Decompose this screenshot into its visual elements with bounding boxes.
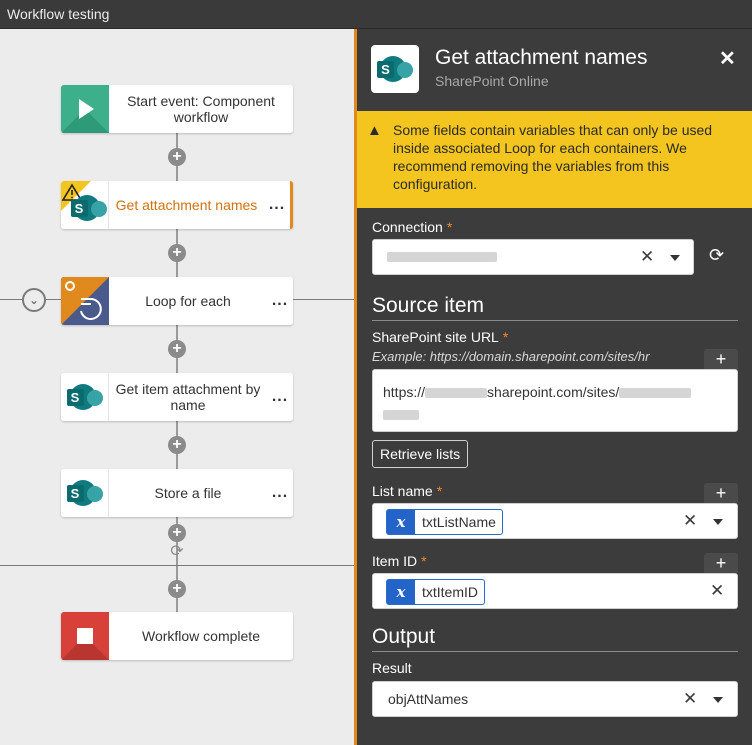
variable-icon: x bbox=[387, 510, 415, 534]
output-heading: Output bbox=[372, 625, 738, 652]
clear-icon[interactable]: ✕ bbox=[683, 689, 697, 709]
connection-label: Connection * bbox=[372, 219, 453, 235]
loop-boundary-line bbox=[0, 299, 22, 300]
workflow-node-start-event[interactable]: Start event: Component workflow bbox=[61, 85, 293, 133]
chevron-down-icon: ⌄ bbox=[28, 293, 40, 307]
loop-boundary-line bbox=[0, 565, 354, 566]
variable-chip[interactable]: x txtListName bbox=[386, 509, 503, 535]
variable-icon: x bbox=[387, 580, 415, 604]
refresh-icon[interactable]: ⟳ bbox=[709, 245, 724, 266]
site-url-input[interactable]: https://sharepoint.com/sites/ bbox=[372, 369, 738, 432]
node-label: Start event: Component workflow bbox=[127, 93, 275, 125]
add-step-button[interactable]: + bbox=[168, 580, 186, 598]
node-more-button[interactable]: ... bbox=[267, 484, 293, 502]
loop-icon bbox=[61, 277, 109, 325]
node-label: Loop for each bbox=[145, 293, 231, 309]
stop-icon bbox=[61, 612, 109, 660]
clear-icon[interactable]: ✕ bbox=[710, 581, 724, 601]
window-title-bar: Workflow testing bbox=[0, 0, 752, 29]
item-id-label: Item ID * bbox=[372, 553, 427, 569]
insert-variable-button[interactable]: + bbox=[704, 349, 738, 369]
workflow-node-store-a-file[interactable]: S Store a file ... bbox=[61, 469, 293, 517]
clear-icon[interactable]: ✕ bbox=[640, 247, 654, 267]
chevron-down-icon[interactable] bbox=[713, 697, 723, 703]
add-step-button[interactable]: + bbox=[168, 436, 186, 454]
window-title: Workflow testing bbox=[7, 6, 110, 22]
site-url-value: https://sharepoint.com/sites/ bbox=[383, 381, 692, 425]
workflow-node-workflow-complete[interactable]: Workflow complete bbox=[61, 612, 293, 660]
warning-icon: ▲ bbox=[367, 122, 382, 139]
sharepoint-icon: S bbox=[61, 181, 109, 229]
connection-select[interactable]: ✕ bbox=[372, 239, 694, 275]
clear-icon[interactable]: ✕ bbox=[683, 511, 697, 531]
sharepoint-icon: S bbox=[371, 45, 419, 93]
node-label: Get item attachment by name bbox=[115, 381, 261, 413]
node-label: Get attachment names bbox=[115, 197, 258, 213]
warning-text: Some fields contain variables that can o… bbox=[393, 122, 713, 192]
node-more-button[interactable]: ... bbox=[267, 388, 293, 406]
panel-title: Get attachment names bbox=[435, 46, 648, 69]
workflow-canvas[interactable]: + + + + + ⟳ + ⌄ Start event: Component w… bbox=[0, 29, 354, 745]
node-label: Store a file bbox=[154, 485, 222, 501]
collapse-loop-button[interactable]: ⌄ bbox=[22, 288, 46, 312]
list-name-select[interactable]: x txtListName ✕ bbox=[372, 503, 738, 539]
chevron-down-icon[interactable] bbox=[713, 519, 723, 525]
close-icon[interactable]: ✕ bbox=[719, 46, 736, 71]
list-name-label: List name * bbox=[372, 483, 443, 499]
loop-boundary-line bbox=[293, 299, 354, 300]
sharepoint-icon: S bbox=[61, 469, 109, 517]
insert-variable-button[interactable]: + bbox=[704, 553, 738, 573]
panel-subtitle: SharePoint Online bbox=[435, 73, 549, 89]
result-value: objAttNames bbox=[388, 691, 469, 707]
variable-scope-warning: ▲ Some fields contain variables that can… bbox=[357, 111, 752, 208]
retrieve-lists-button[interactable]: Retrieve lists bbox=[372, 440, 469, 468]
play-icon bbox=[61, 85, 109, 133]
chevron-down-icon[interactable] bbox=[670, 255, 680, 261]
node-label: Workflow complete bbox=[141, 628, 260, 644]
loop-boundary-line bbox=[46, 299, 61, 300]
variable-chip[interactable]: x txtItemID bbox=[386, 579, 486, 605]
item-id-input[interactable]: x txtItemID ✕ bbox=[372, 573, 738, 609]
result-label: Result bbox=[372, 660, 412, 676]
site-url-hint: Example: https://domain.sharepoint.com/s… bbox=[372, 349, 650, 364]
site-url-label: SharePoint site URL * bbox=[372, 329, 509, 345]
source-item-heading: Source item bbox=[372, 294, 738, 321]
result-select[interactable]: objAttNames ✕ bbox=[372, 681, 738, 717]
sharepoint-icon: S bbox=[61, 373, 109, 421]
action-config-panel: S Get attachment names SharePoint Online… bbox=[357, 29, 752, 745]
add-step-button[interactable]: + bbox=[168, 148, 186, 166]
redacted-connection-name bbox=[387, 252, 497, 262]
add-step-button[interactable]: + bbox=[168, 524, 186, 542]
loop-return-icon: ⟳ bbox=[170, 543, 184, 560]
workflow-node-get-attachment-names[interactable]: S Get attachment names ... bbox=[61, 181, 293, 229]
workflow-node-loop-for-each[interactable]: Loop for each ... bbox=[61, 277, 293, 325]
node-more-button[interactable]: ... bbox=[264, 196, 290, 214]
node-more-button[interactable]: ... bbox=[267, 292, 293, 310]
workflow-node-get-item-attachment[interactable]: S Get item attachment by name ... bbox=[61, 373, 293, 421]
add-step-button[interactable]: + bbox=[168, 244, 186, 262]
add-step-button[interactable]: + bbox=[168, 340, 186, 358]
insert-variable-button[interactable]: + bbox=[704, 483, 738, 503]
